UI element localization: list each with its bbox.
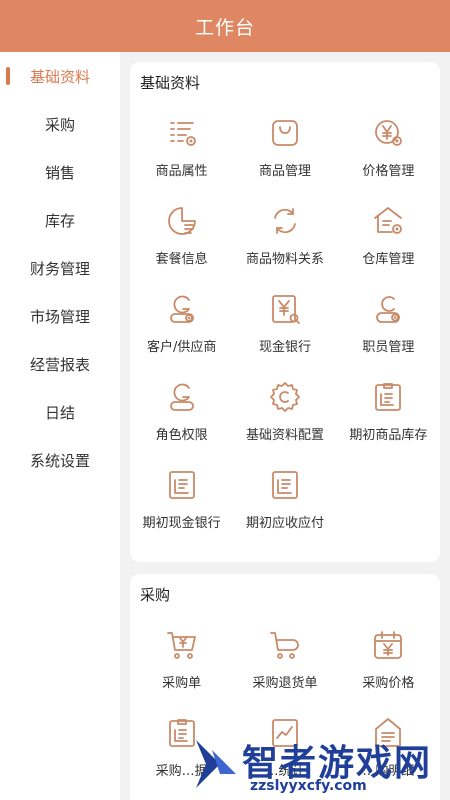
grid-item-purchase-price[interactable]: 采购价格: [337, 624, 440, 712]
page-title: 工作台: [194, 16, 255, 39]
grid-item-basic-config[interactable]: 基础资料配置: [233, 376, 336, 464]
grid-item-product-attributes[interactable]: 商品属性: [130, 112, 233, 200]
package-icon: [167, 207, 196, 235]
sidebar-item-sales[interactable]: 销售: [0, 148, 120, 196]
staff-icon: [376, 296, 401, 323]
cart-yen-icon: [166, 632, 196, 659]
warehouse-icon: [374, 207, 403, 234]
grid-item-label: 职员管理: [362, 340, 415, 355]
role-icon: [169, 383, 194, 411]
settings-gear-icon: [270, 382, 300, 412]
grid-item-purchase-order[interactable]: 采购单: [130, 624, 233, 712]
sidebar-item-label: 系统设置: [29, 451, 90, 470]
document-icon: [272, 471, 298, 499]
sidebar-item-daily-close[interactable]: 日结: [0, 388, 120, 436]
sidebar-item-settings[interactable]: 系统设置: [0, 436, 120, 484]
sidebar-item-label: 日结: [44, 403, 75, 422]
grid-item-price-management[interactable]: 价格管理: [337, 112, 440, 200]
grid-item-label: 基础资料配置: [245, 428, 324, 443]
grid-item-label: 仓库管理: [362, 252, 415, 267]
section-grid: 商品属性 商品管理 价格管理 套餐信息 商品物料关系 仓库管理 客户/供应商 现…: [130, 112, 440, 552]
sidebar-item-reports[interactable]: 经营报表: [0, 340, 120, 388]
grid-item-label: 商品属性: [155, 164, 208, 179]
grid-item-warehouse-management[interactable]: 仓库管理: [337, 200, 440, 288]
sidebar-item-label: 市场管理: [29, 307, 90, 326]
grid-item-label: 采购价格: [362, 676, 415, 691]
sidebar-item-label: 采购: [44, 115, 75, 134]
watermark-url: zzslyyxcfy.com: [250, 778, 367, 794]
sidebar-item-purchase[interactable]: 采购: [0, 100, 120, 148]
customer-icon: [169, 295, 194, 323]
grid-item-label: 采购单: [162, 676, 202, 691]
watermark: 智者游戏网 zzslyyxcfy.com: [190, 720, 450, 800]
sidebar-item-label: 经营报表: [29, 355, 90, 374]
grid-item-role-permissions[interactable]: 角色权限: [130, 376, 233, 464]
grid-item-label: 期初现金银行: [142, 516, 221, 531]
grid-item-label: 采购退货单: [252, 676, 318, 691]
grid-item-label: 现金银行: [258, 340, 311, 355]
sidebar-item-label: 库存: [44, 211, 75, 230]
section-card-basic-data: 基础资料 商品属性 商品管理 价格管理 套餐信息 商品物料关系 仓库管理 客户/…: [130, 62, 440, 562]
sidebar-item-basic-data[interactable]: 基础资料: [0, 52, 120, 100]
grid-item-cash-bank[interactable]: 现金银行: [233, 288, 336, 376]
grid-item-product-management[interactable]: 商品管理: [233, 112, 336, 200]
grid-item-opening-cash-bank[interactable]: 期初现金银行: [130, 464, 233, 552]
clipboard-icon: [375, 383, 402, 411]
sidebar-item-finance[interactable]: 财务管理: [0, 244, 120, 292]
grid-item-label: 商品物料关系: [245, 252, 324, 267]
grid-item-opening-stock[interactable]: 期初商品库存: [337, 376, 440, 464]
sidebar-item-label: 基础资料: [29, 67, 90, 86]
grid-item-label: 客户/供应商: [146, 340, 217, 355]
cash-bank-icon: [272, 295, 300, 324]
sidebar-item-label: 财务管理: [29, 259, 90, 278]
grid-item-purchase-return[interactable]: 采购退货单: [233, 624, 336, 712]
bag-icon: [272, 120, 298, 146]
sidebar-item-label: 销售: [44, 163, 75, 182]
sidebar-item-market[interactable]: 市场管理: [0, 292, 120, 340]
section-title: 采购: [140, 586, 171, 604]
grid-item-label: 角色权限: [155, 428, 208, 443]
list-icon: [169, 122, 196, 146]
yen-coin-icon: [375, 120, 403, 146]
main-content: 基础资料 商品属性 商品管理 价格管理 套餐信息 商品物料关系 仓库管理 客户/…: [120, 52, 450, 800]
refresh-icon: [274, 208, 296, 234]
grid-item-opening-receivables-payables[interactable]: 期初应收应付: [233, 464, 336, 552]
calendar-yen-icon: [374, 631, 403, 659]
section-title: 基础资料: [140, 74, 201, 92]
document-icon: [168, 471, 195, 499]
grid-item-label: 期初应收应付: [245, 516, 324, 531]
grid-item-label: 套餐信息: [155, 252, 208, 267]
grid-item-customer-supplier[interactable]: 客户/供应商: [130, 288, 233, 376]
sidebar: 基础资料 采购 销售 库存 财务管理 市场管理 经营报表 日结 系统设置: [0, 52, 120, 800]
grid-item-material-relations[interactable]: 商品物料关系: [233, 200, 336, 288]
grid-item-label: 期初商品库存: [349, 428, 428, 443]
grid-item-staff-management[interactable]: 职员管理: [337, 288, 440, 376]
grid-item-label: 价格管理: [362, 164, 415, 179]
watermark-logo-icon: [196, 740, 236, 788]
grid-item-package-info[interactable]: 套餐信息: [130, 200, 233, 288]
sidebar-item-inventory[interactable]: 库存: [0, 196, 120, 244]
app-header: 工作台: [0, 0, 450, 52]
cart-return-icon: [270, 632, 299, 659]
grid-item-label: 商品管理: [258, 164, 311, 179]
